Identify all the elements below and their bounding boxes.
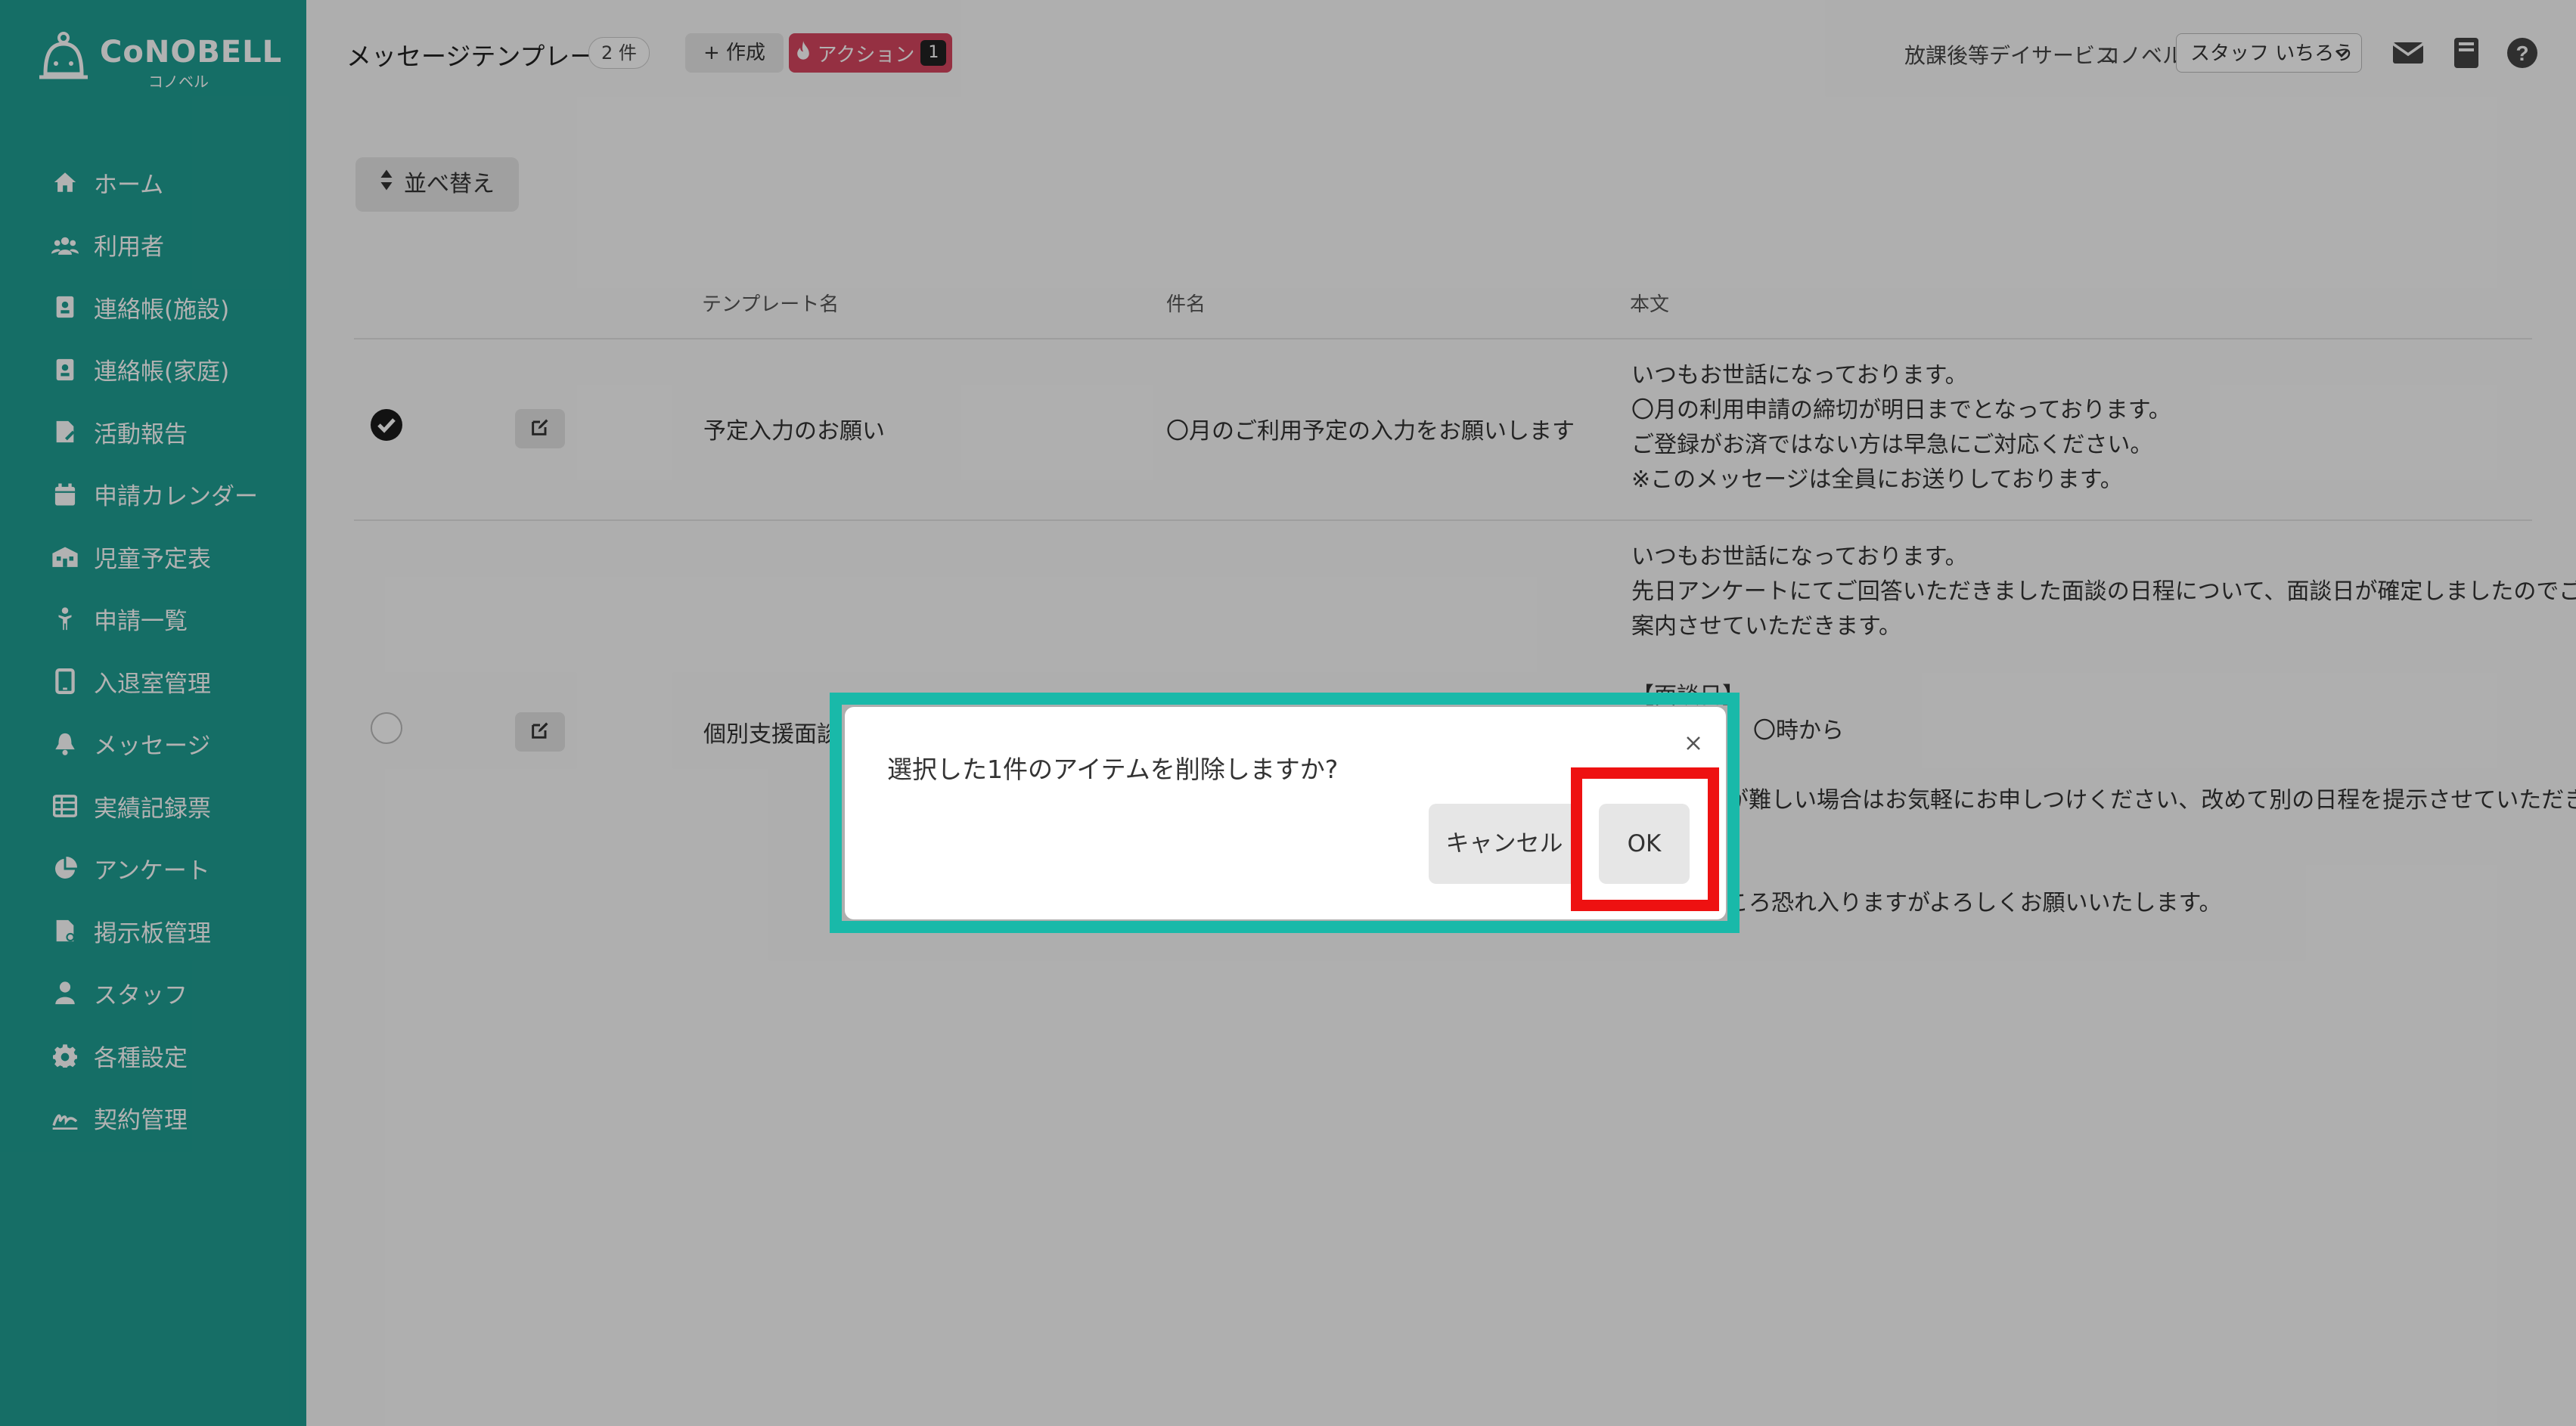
ok-highlight-box [1571, 767, 1719, 911]
close-icon[interactable] [1680, 730, 1707, 757]
cancel-button[interactable]: キャンセル [1429, 804, 1580, 884]
dialog-message: 選択した1件のアイテムを削除しますか? [887, 755, 1339, 784]
